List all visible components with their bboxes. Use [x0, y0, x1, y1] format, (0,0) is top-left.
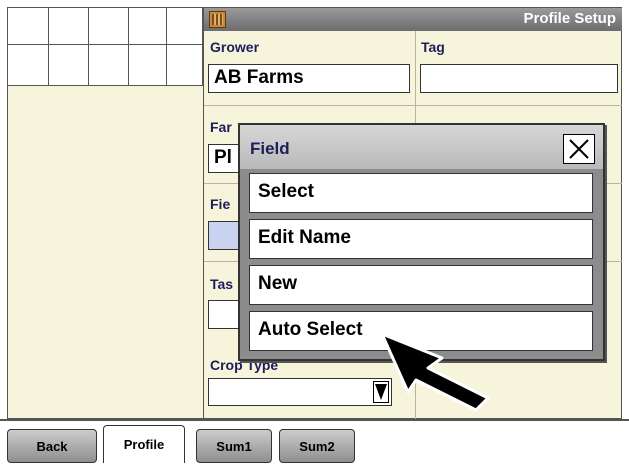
popup-header: Field [240, 125, 603, 169]
grower-label: Grower [210, 39, 260, 55]
tab-bar: Back Profile Sum1 Sum2 [0, 419, 629, 468]
farm-label: Far [210, 119, 232, 135]
pointer-arrow-icon [380, 332, 490, 412]
page-title: Profile Setup [523, 10, 616, 27]
field-label: Fie [210, 196, 231, 212]
field-popup: Field Select Edit Name New Auto Select [238, 123, 605, 361]
back-button[interactable]: Back [7, 429, 97, 463]
close-button[interactable] [563, 134, 595, 164]
select-option[interactable]: Select [249, 173, 593, 213]
crop-type-dropdown[interactable] [208, 378, 392, 406]
tab-profile[interactable]: Profile [103, 425, 185, 463]
grid-cell[interactable] [129, 8, 167, 45]
monitor-icon [209, 11, 226, 28]
grid-cell[interactable] [49, 45, 89, 86]
grid-cell-area [8, 8, 203, 86]
tag-label: Tag [421, 39, 445, 55]
tab-sum1[interactable]: Sum1 [196, 429, 272, 463]
grid-cell[interactable] [89, 45, 129, 86]
grid-cell[interactable] [129, 45, 167, 86]
title-bar: Profile Setup [204, 8, 622, 31]
close-icon [569, 139, 589, 159]
grid-cell[interactable] [167, 8, 203, 45]
grid-cell[interactable] [167, 45, 203, 86]
grid-cell[interactable] [89, 8, 129, 45]
tab-sum2[interactable]: Sum2 [279, 429, 355, 463]
tag-field[interactable] [420, 64, 618, 93]
divider [204, 105, 622, 106]
edit-name-option[interactable]: Edit Name [249, 219, 593, 259]
grid-cell[interactable] [49, 8, 89, 45]
task-label: Tas [210, 276, 234, 292]
grid-cell[interactable] [8, 8, 49, 45]
grid-cell[interactable] [8, 45, 49, 86]
popup-title: Field [250, 139, 290, 158]
new-option[interactable]: New [249, 265, 593, 305]
grower-field[interactable]: AB Farms [208, 64, 410, 93]
left-panel [7, 7, 204, 419]
